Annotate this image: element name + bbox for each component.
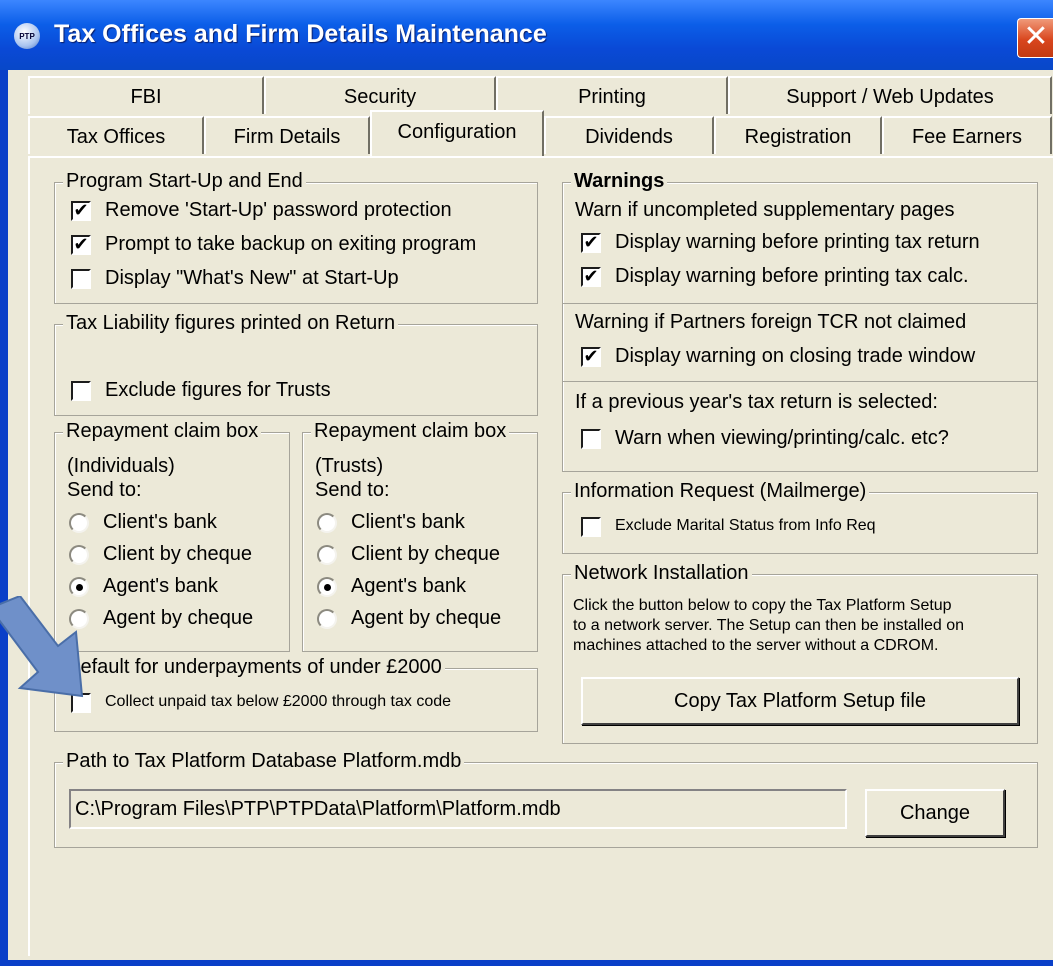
network-install-group: Network Installation Click the button be… [562, 562, 1038, 744]
remove-startup-password-label: Remove 'Start-Up' password protection [105, 199, 452, 221]
warn-partners-heading: Warning if Partners foreign TCR not clai… [575, 311, 967, 333]
configuration-panel: Program Start-Up and End ✔ Remove 'Start… [28, 156, 1053, 956]
warn-previous-year-heading: If a previous year's tax return is selec… [575, 391, 938, 413]
network-text-line-3: machines attached to the server without … [573, 637, 939, 654]
arrow-down-right-icon [0, 596, 84, 698]
trusts-clients-bank-label: Client's bank [351, 511, 465, 533]
individuals-sublabel: (Individuals) [67, 455, 175, 477]
tab-firm-details[interactable]: Firm Details [204, 116, 370, 154]
trusts-client-cheque-label: Client by cheque [351, 543, 500, 565]
tab-registration[interactable]: Registration [714, 116, 882, 154]
warn-viewing-checkbox[interactable] [581, 429, 601, 449]
copy-setup-button[interactable]: Copy Tax Platform Setup file [581, 677, 1019, 725]
exclude-marital-status-checkbox[interactable] [581, 517, 601, 537]
info-request-group: Information Request (Mailmerge) Exclude … [562, 480, 1038, 554]
trusts-agents-bank-radio[interactable] [317, 577, 337, 597]
warn-viewing-label: Warn when viewing/printing/calc. etc? [615, 427, 949, 449]
tab-printing[interactable]: Printing [496, 76, 728, 114]
warn-printing-calc-checkbox[interactable]: ✔ [581, 267, 601, 287]
startup-legend: Program Start-Up and End [63, 170, 306, 193]
window-title: Tax Offices and Firm Details Maintenance [54, 20, 547, 48]
dialog-window: PTP Tax Offices and Firm Details Mainten… [0, 0, 1053, 966]
change-path-button[interactable]: Change [865, 789, 1005, 837]
title-bar[interactable]: PTP Tax Offices and Firm Details Mainten… [0, 0, 1053, 70]
whats-new-label: Display "What's New" at Start-Up [105, 267, 399, 289]
repayment-trusts-legend: Repayment claim box [311, 420, 510, 443]
trusts-client-cheque-radio[interactable] [317, 545, 337, 565]
warn-closing-trade-checkbox[interactable]: ✔ [581, 347, 601, 367]
exclude-trusts-checkbox[interactable] [71, 381, 91, 401]
tab-support-web-updates[interactable]: Support / Web Updates [728, 76, 1052, 114]
tab-fbi[interactable]: FBI [28, 76, 264, 114]
individuals-agents-bank-radio[interactable] [69, 577, 89, 597]
warn-closing-trade-label: Display warning on closing trade window [615, 345, 976, 367]
network-text-line-1: Click the button below to copy the Tax P… [573, 597, 952, 614]
individuals-client-cheque-label: Client by cheque [103, 543, 252, 565]
warnings-group: Warnings Warn if uncompleted supplementa… [562, 170, 1038, 472]
remove-startup-password-checkbox[interactable]: ✔ [71, 201, 91, 221]
tab-fee-earners[interactable]: Fee Earners [882, 116, 1052, 154]
tax-liability-group: Tax Liability figures printed on Return … [54, 312, 538, 416]
exclude-marital-status-label: Exclude Marital Status from Info Req [615, 517, 876, 534]
warnings-divider-2 [563, 381, 1037, 382]
tab-tax-offices[interactable]: Tax Offices [28, 116, 204, 154]
warn-supplementary-heading: Warn if uncompleted supplementary pages [575, 199, 955, 221]
individuals-send-to-label: Send to: [67, 479, 142, 501]
trusts-send-to-label: Send to: [315, 479, 390, 501]
tab-security[interactable]: Security [264, 76, 496, 114]
tab-configuration[interactable]: Configuration [370, 110, 544, 156]
info-request-legend: Information Request (Mailmerge) [571, 480, 870, 503]
repayment-individuals-legend: Repayment claim box [63, 420, 262, 443]
app-logo-icon: PTP [14, 23, 40, 49]
underpayments-group: Default for underpayments of under £2000… [54, 656, 538, 732]
individuals-clients-bank-radio[interactable] [69, 513, 89, 533]
individuals-agent-cheque-label: Agent by cheque [103, 607, 254, 629]
warn-printing-return-label: Display warning before printing tax retu… [615, 231, 980, 253]
whats-new-checkbox[interactable] [71, 269, 91, 289]
prompt-backup-checkbox[interactable]: ✔ [71, 235, 91, 255]
trusts-sublabel: (Trusts) [315, 455, 384, 477]
trusts-agents-bank-label: Agent's bank [351, 575, 467, 597]
prompt-backup-label: Prompt to take backup on exiting program [105, 233, 477, 255]
tab-dividends[interactable]: Dividends [544, 116, 714, 154]
dialog-body: FBI Security Printing Support / Web Upda… [8, 70, 1053, 960]
collect-unpaid-tax-label: Collect unpaid tax below £2000 through t… [105, 693, 452, 710]
individuals-clients-bank-label: Client's bank [103, 511, 217, 533]
database-path-field[interactable]: C:\Program Files\PTP\PTPData\Platform\Pl… [69, 789, 847, 829]
trusts-agent-cheque-label: Agent by cheque [351, 607, 502, 629]
warn-printing-calc-label: Display warning before printing tax calc… [615, 265, 969, 287]
database-path-group: Path to Tax Platform Database Platform.m… [54, 750, 1038, 848]
individuals-agents-bank-label: Agent's bank [103, 575, 219, 597]
trusts-clients-bank-radio[interactable] [317, 513, 337, 533]
database-path-legend: Path to Tax Platform Database Platform.m… [63, 750, 465, 773]
trusts-agent-cheque-radio[interactable] [317, 609, 337, 629]
startup-group: Program Start-Up and End ✔ Remove 'Start… [54, 170, 538, 304]
underpayments-legend: Default for underpayments of under £2000 [63, 656, 445, 679]
warnings-divider-1 [563, 303, 1037, 304]
warnings-legend: Warnings [571, 170, 668, 193]
tax-liability-legend: Tax Liability figures printed on Return [63, 312, 399, 335]
exclude-trusts-label: Exclude figures for Trusts [105, 379, 331, 401]
individuals-client-cheque-radio[interactable] [69, 545, 89, 565]
network-text-line-2: to a network server. The Setup can then … [573, 617, 965, 634]
close-button[interactable]: ✕ [1017, 18, 1053, 58]
warn-printing-return-checkbox[interactable]: ✔ [581, 233, 601, 253]
network-install-legend: Network Installation [571, 562, 752, 585]
repayment-trusts-group: Repayment claim box (Trusts) Send to: Cl… [302, 420, 538, 652]
